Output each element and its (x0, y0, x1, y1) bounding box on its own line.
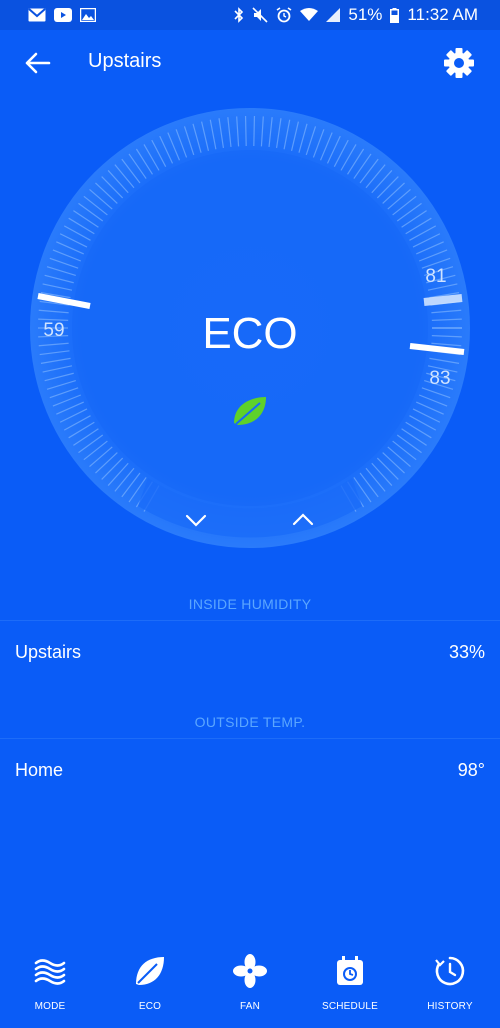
nav-eco[interactable]: ECO (100, 940, 200, 1028)
outside-location: Home (15, 759, 64, 780)
youtube-icon (54, 8, 72, 22)
temp-down-button[interactable] (174, 504, 218, 536)
eco-high-label: 81 (425, 266, 446, 287)
humidity-value: 33% (448, 641, 485, 662)
outside-temp-header: OUTSIDE TEMP. (194, 714, 306, 730)
arrow-left-icon (25, 52, 51, 74)
nav-history[interactable]: HISTORY (400, 940, 500, 1028)
nav-mode-label: MODE (34, 1001, 66, 1012)
nav-fan[interactable]: FAN (200, 940, 300, 1028)
nav-history-label: HISTORY (427, 1001, 473, 1012)
settings-button[interactable] (442, 46, 476, 80)
nav-fan-label: FAN (239, 1001, 261, 1012)
divider (0, 620, 500, 621)
clock-time: 11:32 AM (407, 5, 478, 24)
signal-icon (326, 8, 341, 22)
battery-icon (390, 7, 400, 23)
status-left-icons (28, 8, 96, 22)
inside-humidity-header: INSIDE HUMIDITY (188, 596, 312, 612)
dial-tick (253, 116, 256, 147)
gallery-icon (80, 8, 96, 22)
status-bar: 51% 11:32 AM (0, 0, 500, 30)
outside-temp-value: 98° (457, 759, 485, 780)
temp-up-button[interactable] (281, 504, 325, 536)
nav-schedule[interactable]: SCHEDULE (300, 940, 400, 1028)
humidity-row: Upstairs 33% (0, 632, 500, 672)
status-right-icons: 51% 11:32 AM (234, 5, 478, 25)
gmail-icon (28, 8, 46, 22)
waves-icon (34, 959, 66, 985)
nav-schedule-label: SCHEDULE (321, 1001, 379, 1012)
eco-low-label: 59 (43, 320, 64, 341)
history-icon (435, 956, 465, 986)
nav-mode[interactable]: MODE (0, 940, 100, 1028)
alarm-icon (276, 7, 292, 23)
fan-icon (233, 954, 267, 988)
calendar-icon (337, 956, 363, 985)
wifi-icon (300, 8, 319, 22)
eco-high-marker (423, 294, 463, 306)
thermostat-dial[interactable]: 59 81 83 ECO (0, 96, 500, 566)
app-bar: Upstairs (0, 30, 500, 96)
current-temp-label: 83 (429, 368, 450, 389)
leaf-icon (136, 957, 164, 985)
back-button[interactable] (22, 48, 54, 78)
humidity-location: Upstairs (15, 641, 82, 662)
outside-temp-row: Home 98° (0, 750, 500, 790)
page-title: Upstairs (88, 50, 162, 72)
divider (0, 738, 500, 739)
battery-percent: 51% (348, 5, 383, 24)
gear-icon (444, 48, 474, 78)
bluetooth-icon (234, 7, 244, 23)
dial-tick (244, 116, 247, 147)
mode-label: ECO (202, 309, 297, 358)
mute-icon (252, 7, 268, 23)
nav-eco-label: ECO (138, 1001, 162, 1012)
bottom-nav: MODE ECO FAN SCHEDULE HISTORY (0, 940, 500, 1028)
